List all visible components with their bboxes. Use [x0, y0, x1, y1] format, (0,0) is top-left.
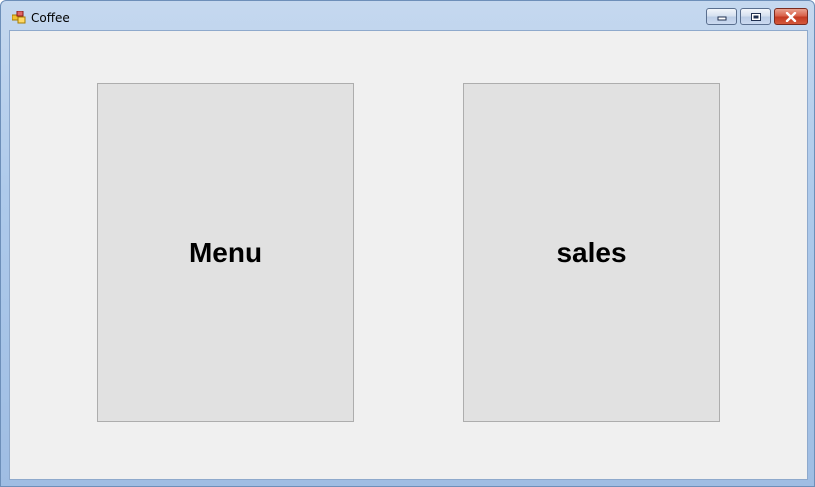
menu-button-label: Menu — [188, 236, 263, 268]
close-icon — [785, 11, 797, 22]
minimize-icon — [717, 16, 726, 20]
sales-button-label: sales — [556, 236, 627, 268]
windows-form-icon — [12, 11, 26, 24]
minimize-button[interactable] — [706, 8, 737, 25]
maximize-button[interactable] — [740, 8, 771, 25]
caption-buttons — [706, 8, 808, 26]
form-client-area: Menu sales — [9, 30, 808, 480]
close-button[interactable] — [774, 8, 808, 25]
sales-button[interactable]: sales — [463, 83, 720, 422]
window-title: Coffee — [31, 11, 70, 25]
app-window: Coffee Menu sales — [0, 0, 815, 487]
title-bar[interactable]: Coffee — [1, 1, 814, 30]
restore-icon — [750, 12, 761, 21]
menu-button[interactable]: Menu — [97, 83, 354, 422]
